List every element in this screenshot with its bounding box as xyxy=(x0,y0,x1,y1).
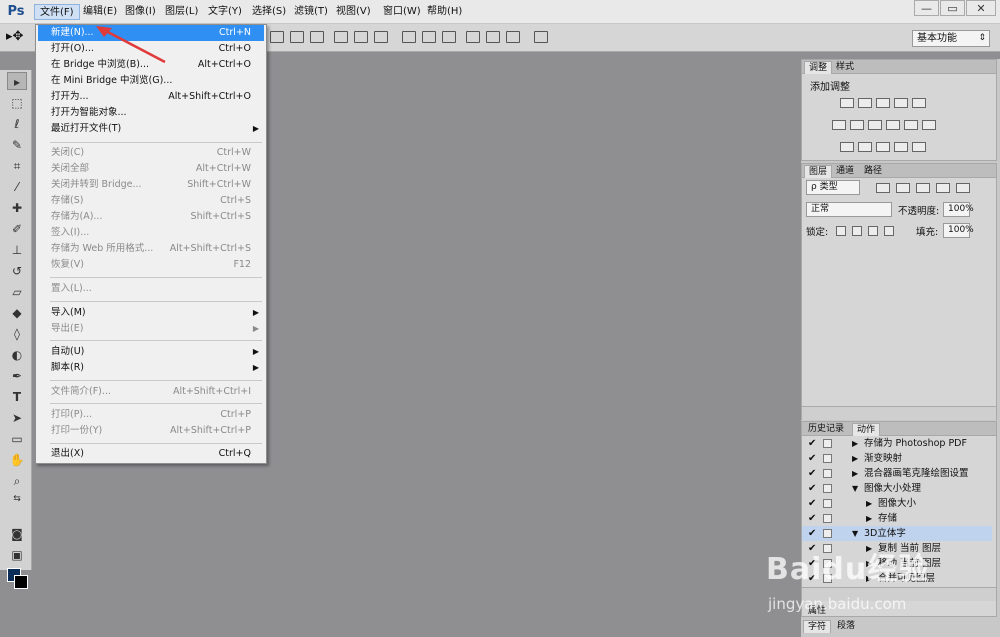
channel-mixer-icon[interactable] xyxy=(904,120,918,130)
action-label: 存储为 Photoshop PDF xyxy=(864,438,967,449)
dialog-toggle[interactable] xyxy=(823,439,832,448)
curves-icon[interactable] xyxy=(876,98,890,108)
action-row[interactable]: ✔ ▶ 混合器画笔克隆绘图设置 xyxy=(802,466,992,481)
collapse-arrow-icon[interactable]: ▼ xyxy=(852,481,858,496)
action-check[interactable]: ✔ xyxy=(808,526,816,541)
blend-mode-select[interactable]: 正常 xyxy=(806,202,892,217)
filter-type-icon[interactable] xyxy=(916,183,930,193)
action-check[interactable]: ✔ xyxy=(808,511,816,526)
opacity-label: 不透明度: xyxy=(898,206,940,217)
tab-paragraph[interactable]: 段落 xyxy=(833,620,859,633)
exposure-icon[interactable] xyxy=(894,98,908,108)
expand-arrow-icon[interactable]: ▶ xyxy=(852,436,858,451)
actions-tabs: 历史记录 动作 xyxy=(802,422,996,436)
adjustments-panel: 调整 样式 添加调整 xyxy=(801,59,997,161)
dialog-toggle[interactable] xyxy=(823,529,832,538)
action-row[interactable]: ✔ ▶ 存储 xyxy=(802,511,992,526)
tab-character[interactable]: 字符 xyxy=(803,620,832,633)
fill-input[interactable]: 100% xyxy=(943,223,974,238)
action-check[interactable]: ✔ xyxy=(808,466,816,481)
bottom-panel-tabs: 字符 段落 xyxy=(801,617,997,637)
layers-panel: 图层 通道 路径 ρ 类型 正常 不透明度: 100% 锁定: 填充: 100% xyxy=(801,163,997,420)
tab-layers[interactable]: 图层 xyxy=(804,165,833,178)
tab-adjustments[interactable]: 调整 xyxy=(804,61,833,74)
expand-arrow-icon[interactable]: ▶ xyxy=(852,451,858,466)
layers-tabs: 图层 通道 路径 xyxy=(802,164,996,178)
dialog-toggle[interactable] xyxy=(823,454,832,463)
filter-pixel-icon[interactable] xyxy=(876,183,890,193)
brightness-icon[interactable] xyxy=(840,98,854,108)
photo-filter-icon[interactable] xyxy=(886,120,900,130)
layers-footer xyxy=(802,406,996,420)
action-check[interactable]: ✔ xyxy=(808,451,816,466)
adjustments-title: 添加调整 xyxy=(810,82,850,93)
expand-arrow-icon[interactable]: ▶ xyxy=(866,511,872,526)
selective-color-icon[interactable] xyxy=(894,142,908,152)
action-check[interactable]: ✔ xyxy=(808,436,816,451)
threshold-icon[interactable] xyxy=(876,142,890,152)
tab-channels[interactable]: 通道 xyxy=(832,165,858,178)
tab-paths[interactable]: 路径 xyxy=(860,165,886,178)
color-lookup-icon[interactable] xyxy=(922,120,936,130)
action-label: 图像大小处理 xyxy=(864,483,922,494)
filter-smart-icon[interactable] xyxy=(956,183,970,193)
adjustments-tabs: 调整 样式 xyxy=(802,60,996,74)
lock-position-icon[interactable] xyxy=(868,226,878,236)
layer-filter-select[interactable]: ρ 类型 xyxy=(806,180,860,195)
collapse-arrow-icon[interactable]: ▼ xyxy=(852,526,858,541)
lock-all-icon[interactable] xyxy=(884,226,894,236)
dialog-toggle[interactable] xyxy=(823,499,832,508)
gradient-map-icon[interactable] xyxy=(912,142,926,152)
dialog-toggle[interactable] xyxy=(823,484,832,493)
lock-pixels-icon[interactable] xyxy=(852,226,862,236)
lock-transparency-icon[interactable] xyxy=(836,226,846,236)
watermark-url: jingyan.baidu.com xyxy=(768,595,907,613)
black-white-icon[interactable] xyxy=(868,120,882,130)
dialog-toggle[interactable] xyxy=(823,514,832,523)
tab-actions[interactable]: 动作 xyxy=(852,423,881,436)
action-label: 3D立体字 xyxy=(864,528,906,539)
action-row[interactable]: ✔ ▶ 渐变映射 xyxy=(802,451,992,466)
tab-styles[interactable]: 样式 xyxy=(832,61,858,74)
baidu-watermark: Baidu经验 xyxy=(766,552,930,587)
posterize-icon[interactable] xyxy=(858,142,872,152)
filter-adjust-icon[interactable] xyxy=(896,183,910,193)
fill-label: 填充: xyxy=(916,227,939,238)
action-label: 混合器画笔克隆绘图设置 xyxy=(864,468,969,479)
action-check[interactable]: ✔ xyxy=(808,496,816,511)
opacity-input[interactable]: 100% xyxy=(943,202,974,217)
action-row[interactable]: ✔ ▶ 图像大小 xyxy=(802,496,992,511)
dialog-toggle[interactable] xyxy=(823,469,832,478)
action-row[interactable]: ✔ ▶ 存储为 Photoshop PDF xyxy=(802,436,992,451)
levels-icon[interactable] xyxy=(858,98,872,108)
expand-arrow-icon[interactable]: ▶ xyxy=(852,466,858,481)
action-row[interactable]: ✔ ▼ 图像大小处理 xyxy=(802,481,992,496)
lock-label: 锁定: xyxy=(806,227,829,238)
action-row-selected[interactable]: ✔ ▼ 3D立体字 xyxy=(802,526,992,541)
tab-history[interactable]: 历史记录 xyxy=(804,423,848,436)
hue-saturation-icon[interactable] xyxy=(832,120,846,130)
expand-arrow-icon[interactable]: ▶ xyxy=(866,496,872,511)
filter-shape-icon[interactable] xyxy=(936,183,950,193)
action-label: 图像大小 xyxy=(878,498,917,509)
invert-icon[interactable] xyxy=(840,142,854,152)
color-balance-icon[interactable] xyxy=(850,120,864,130)
action-label: 渐变映射 xyxy=(864,453,903,464)
vibrance-icon[interactable] xyxy=(912,98,926,108)
action-label: 存储 xyxy=(878,513,898,524)
action-check[interactable]: ✔ xyxy=(808,481,816,496)
